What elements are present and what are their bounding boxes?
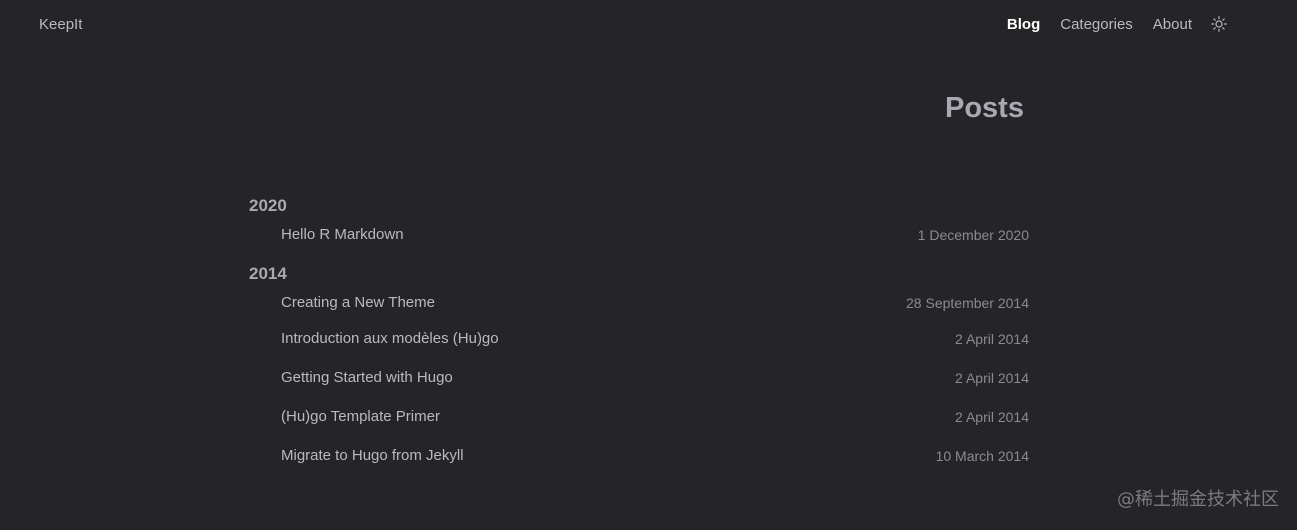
nav-item-blog[interactable]: Blog [1007, 16, 1040, 33]
page-title: Posts [945, 92, 1024, 124]
post-title-link[interactable]: Getting Started with Hugo [281, 369, 453, 386]
post-row: Creating a New Theme 28 September 2014 [249, 286, 1029, 319]
post-date: 28 September 2014 [906, 294, 1029, 311]
archive-year: 2020 [249, 196, 287, 215]
post-row: Introduction aux modèles (Hu)go 2 April … [249, 319, 1029, 358]
post-title-link[interactable]: (Hu)go Template Primer [281, 408, 440, 425]
nav-item-about[interactable]: About [1153, 16, 1192, 33]
post-date: 2 April 2014 [955, 408, 1029, 425]
archive-year: 2014 [249, 264, 287, 283]
sun-icon[interactable] [1211, 15, 1227, 32]
watermark: @稀土掘金技术社区 [1117, 489, 1279, 510]
post-date: 2 April 2014 [955, 369, 1029, 386]
post-archive: 2020 Hello R Markdown 1 December 2020 20… [249, 194, 1029, 475]
archive-year-block: 2014 Creating a New Theme 28 September 2… [249, 262, 1029, 475]
site-header: KeepIt Blog Categories About [0, 0, 1297, 52]
post-title-link[interactable]: Migrate to Hugo from Jekyll [281, 447, 464, 464]
post-date: 2 April 2014 [955, 330, 1029, 347]
post-title-link[interactable]: Hello R Markdown [281, 226, 404, 243]
post-date: 1 December 2020 [917, 226, 1029, 243]
archive-year-block: 2020 Hello R Markdown 1 December 2020 [249, 194, 1029, 251]
post-date: 10 March 2014 [935, 447, 1029, 464]
main-nav: Blog Categories About [987, 15, 1227, 33]
nav-item-categories[interactable]: Categories [1060, 16, 1133, 33]
post-row: (Hu)go Template Primer 2 April 2014 [249, 397, 1029, 436]
post-title-link[interactable]: Creating a New Theme [281, 294, 435, 311]
post-row: Migrate to Hugo from Jekyll 10 March 201… [249, 436, 1029, 475]
site-logo[interactable]: KeepIt [39, 16, 82, 33]
post-row: Hello R Markdown 1 December 2020 [249, 218, 1029, 251]
post-row: Getting Started with Hugo 2 April 2014 [249, 358, 1029, 397]
post-title-link[interactable]: Introduction aux modèles (Hu)go [281, 330, 499, 347]
